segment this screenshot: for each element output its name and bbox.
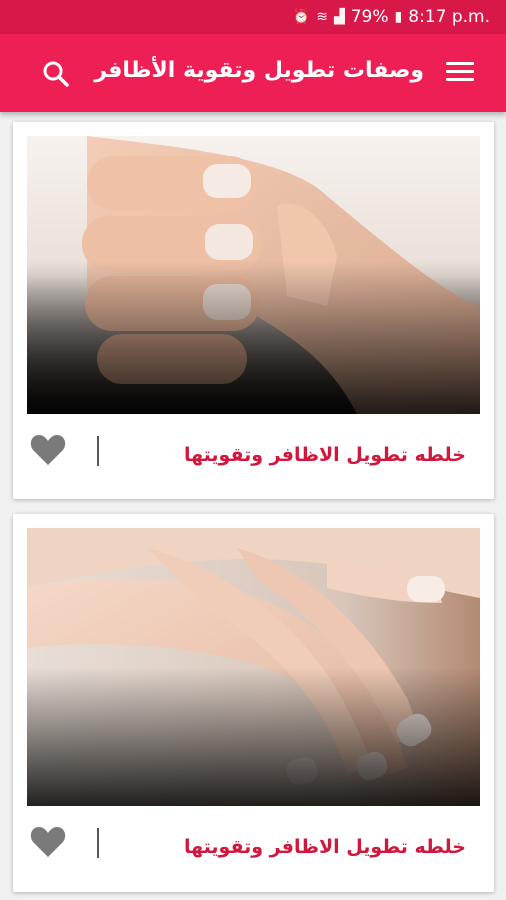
- card-caption[interactable]: خلطه تطويل الاظافر وتقويتها: [184, 836, 466, 858]
- menu-icon[interactable]: [446, 62, 474, 84]
- alarm-icon: ⏰: [292, 9, 311, 25]
- clock: 8:17 p.m.: [408, 7, 490, 27]
- app-bar: وصفات تطويل وتقوية الأظافر: [0, 34, 506, 112]
- favorite-heart-icon[interactable]: [29, 824, 67, 860]
- battery-level: 79%: [350, 7, 389, 27]
- favorite-heart-icon[interactable]: [29, 432, 67, 468]
- battery-icon: ▮: [394, 9, 403, 25]
- status-bar: ⏰ ≋ ▟ 79% ▮ 8:17 p.m.: [0, 0, 506, 34]
- page-title: وصفات تطويل وتقوية الأظافر: [94, 58, 424, 83]
- divider: [97, 828, 99, 858]
- nails-photo[interactable]: [27, 528, 480, 806]
- wifi-icon: ≋: [316, 9, 328, 25]
- recipe-card[interactable]: خلطه تطويل الاظافر وتقويتها: [13, 514, 494, 892]
- search-icon[interactable]: [42, 60, 70, 88]
- signal-icon: ▟: [333, 9, 345, 25]
- recipe-card[interactable]: خلطه تطويل الاظافر وتقويتها: [13, 122, 494, 499]
- divider: [97, 436, 99, 466]
- nails-photo[interactable]: [27, 136, 480, 414]
- card-caption[interactable]: خلطه تطويل الاظافر وتقويتها: [184, 444, 466, 466]
